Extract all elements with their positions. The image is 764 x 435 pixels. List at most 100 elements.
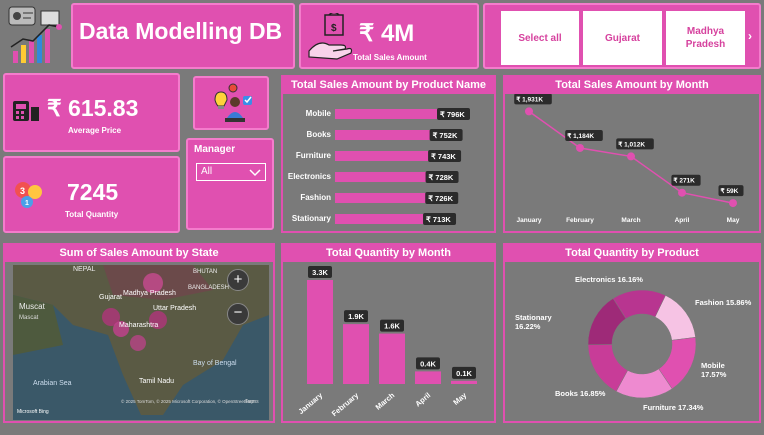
slicer-item-label: Madhya Pradesh	[685, 26, 726, 50]
donut-data-label: Furniture 17.34%	[643, 403, 704, 412]
column-bar[interactable]	[343, 324, 369, 384]
line-data-label: ₹ 1,184K	[567, 132, 594, 140]
column-data-label: 1.9K	[348, 312, 364, 321]
kpi-qty-card: 3 1 7245 Total Quantity	[3, 156, 180, 233]
manager-title: Manager	[194, 144, 236, 155]
manager-dropdown[interactable]: All	[196, 163, 266, 181]
bar-category-label: Stationary	[292, 214, 332, 223]
x-tick-label: January	[517, 217, 542, 224]
map-label: BHUTAN	[193, 269, 217, 275]
line-point[interactable]	[525, 107, 533, 116]
column-data-label: 3.3K	[312, 268, 328, 277]
sales-by-product-chart: Total Sales Amount by Product Name Mobil…	[281, 75, 496, 233]
cash-register-icon	[13, 101, 39, 121]
bar-data-label: ₹ 713K	[426, 215, 451, 224]
balls-icon: 3 1	[15, 182, 42, 208]
state-map-panel: Sum of Sales Amount by State NEPAL Musca…	[3, 243, 275, 423]
map-label: Madhya Pradesh	[123, 290, 176, 297]
chart-title: Total Sales Amount by Product Name	[283, 77, 494, 94]
x-tick-label: January	[296, 390, 324, 416]
slicer-item-label: Gujarat	[604, 32, 640, 44]
x-tick-label: April	[675, 217, 690, 224]
line-data-label: ₹ 1,012K	[618, 140, 645, 148]
chevron-down-icon	[249, 169, 261, 177]
state-slicer: Select all Gujarat Madhya Pradesh ›	[483, 3, 761, 69]
line-data-label: ₹ 271K	[673, 177, 695, 185]
line-point[interactable]	[678, 188, 686, 197]
kpi-price-card: ₹ 615.83 Average Price	[3, 73, 180, 152]
x-tick-label: March	[374, 390, 397, 411]
kpi-sales-value: ₹ 4M	[359, 20, 415, 47]
map-label: NEPAL	[73, 266, 96, 273]
chart-title: Total Quantity by Month	[283, 245, 494, 262]
map-label: Maharashtra	[119, 322, 158, 329]
x-tick-label: April	[413, 391, 432, 409]
slicer-item-gujarat[interactable]: Gujarat	[583, 11, 662, 65]
line-point[interactable]	[729, 199, 737, 208]
slicer-item-select-all[interactable]: Select all	[501, 11, 579, 65]
map-label: Gujarat	[99, 294, 122, 301]
kpi-sales-label: Total Sales Amount	[353, 53, 427, 62]
column-bar[interactable]	[415, 371, 441, 384]
column-data-label: 0.4K	[420, 359, 436, 368]
bar-category-label: Furniture	[296, 151, 332, 160]
map-attribution: © 2025 TomTom, © 2025 Microsoft Corporat…	[121, 398, 254, 404]
map-title: Sum of Sales Amount by State	[5, 245, 273, 262]
donut-data-label: Fashion 15.86%	[695, 298, 752, 307]
svg-text:1: 1	[25, 200, 29, 207]
zoom-out-button[interactable]: −	[227, 303, 249, 325]
donut-data-label: Electronics 16.16%	[575, 275, 643, 284]
bar-data-label: ₹ 743K	[431, 152, 456, 161]
map-label: Mascat	[19, 315, 39, 321]
chevron-right-icon[interactable]: ›	[748, 29, 752, 43]
bar-data-label: ₹ 726K	[428, 194, 453, 203]
column-bar[interactable]	[379, 333, 405, 384]
map-label: Uttar Pradesh	[153, 305, 196, 312]
bar-data-label: ₹ 752K	[433, 131, 458, 140]
person-laptop-icon	[214, 83, 252, 122]
column-bar[interactable]	[307, 280, 333, 384]
x-tick-label: March	[621, 217, 640, 224]
line-point[interactable]	[627, 152, 635, 161]
bar-data-label: ₹ 728K	[429, 173, 454, 182]
svg-text:$: $	[331, 23, 337, 34]
zoom-in-button[interactable]: +	[227, 269, 249, 291]
bar-chart-svg: Mobile ₹ 796K Books ₹ 752K Furniture ₹ 743K El…	[288, 108, 470, 225]
page-title: Data Modelling DB	[79, 18, 283, 44]
bar-category-label: Fashion	[300, 193, 331, 202]
map-label: Tamil Nadu	[139, 378, 174, 385]
hand-money-icon: $	[308, 13, 353, 60]
donut-data-label: Books 16.85%	[555, 389, 606, 398]
bar-category-label: Mobile	[306, 109, 332, 118]
map-terms-link[interactable]: Terms	[245, 399, 259, 405]
slicer-item-madhya-pradesh[interactable]: Madhya Pradesh	[666, 11, 745, 65]
x-tick-label: May	[727, 217, 740, 224]
logo-tile	[3, 3, 67, 69]
map-label: BANGLADESH	[188, 285, 229, 291]
map-label: Muscat	[19, 302, 46, 311]
qty-by-product-chart: Total Quantity by Product Fashion 15.86%…	[503, 243, 761, 423]
manager-slicer: Manager All	[186, 138, 274, 230]
column-data-label: 1.6K	[384, 322, 400, 331]
map-label: Arabian Sea	[33, 380, 72, 387]
column-chart-svg: 3.3K January 1.9K February 1.6K March 0.4K Apri…	[296, 266, 477, 418]
analytics-logo-icon	[8, 6, 62, 63]
icon-tile	[193, 76, 269, 130]
kpi-price-label: Average Price	[68, 126, 122, 135]
chart-title: Total Sales Amount by Month	[505, 77, 759, 94]
kpi-sales-card: $ ₹ 4M Total Sales Amount	[299, 3, 479, 69]
bing-logo: Microsoft Bing	[17, 409, 49, 415]
donut-data-label: Mobile 17.57%	[701, 361, 727, 379]
line-data-label: ₹ 59K	[721, 187, 739, 195]
bar-category-label: Electronics	[288, 172, 332, 181]
column-bar[interactable]	[451, 380, 477, 384]
qty-by-month-chart: Total Quantity by Month 3.3K January 1.9K F…	[281, 243, 496, 423]
title-card: Data Modelling DB	[71, 3, 295, 69]
donut-data-label: Stationary 16.22%	[515, 313, 553, 331]
svg-text:3: 3	[20, 186, 25, 196]
bar-data-label: ₹ 796K	[440, 110, 465, 119]
line-point[interactable]	[576, 143, 584, 152]
map-label: Bay of Bengal	[193, 360, 237, 367]
manager-selected: All	[201, 166, 213, 177]
line-data-label: ₹ 1,931K	[516, 95, 543, 103]
